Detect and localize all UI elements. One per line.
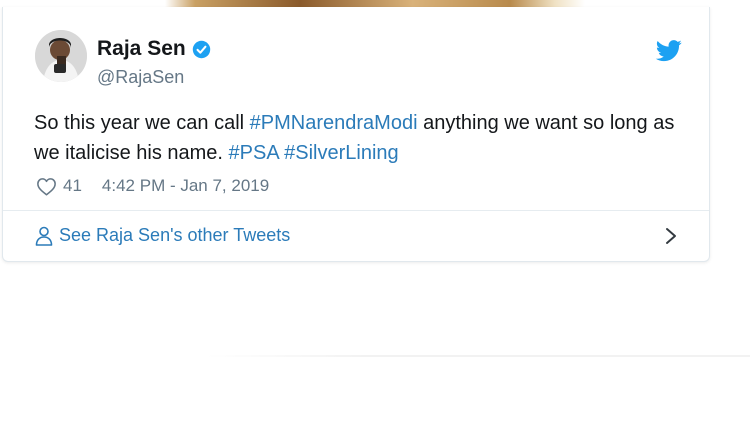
heart-icon[interactable]: [36, 177, 57, 196]
divider: [3, 210, 709, 211]
avatar[interactable]: [35, 30, 87, 82]
verified-badge-icon: [192, 40, 210, 58]
tweet-text-segment: So this year we can call: [34, 112, 250, 134]
background-divider: [205, 355, 750, 357]
see-other-tweets-label[interactable]: See Raja Sen's other Tweets: [59, 225, 290, 246]
author-name-row[interactable]: Raja Sen: [97, 37, 211, 61]
tweet-timestamp[interactable]: 4:42 PM - Jan 7, 2019: [102, 176, 269, 196]
header-image-strip: [0, 0, 750, 7]
avatar-image: [35, 30, 87, 82]
like-count: 41: [63, 176, 82, 195]
hashtag-link[interactable]: #PMNarendraModi: [250, 112, 418, 134]
hashtag-link[interactable]: #SilverLining: [284, 142, 399, 164]
see-other-tweets-link[interactable]: See Raja Sen's other Tweets: [35, 225, 290, 246]
embedded-tweet-card: Raja Sen @RajaSen So this year we can ca…: [2, 7, 710, 262]
twitter-icon[interactable]: [655, 40, 683, 62]
chevron-right-icon[interactable]: [664, 226, 678, 246]
tweet-meta-row: 41 4:42 PM - Jan 7, 2019: [36, 176, 269, 196]
author-handle[interactable]: @RajaSen: [97, 67, 184, 88]
person-icon: [35, 226, 53, 246]
hashtag-link[interactable]: #PSA: [229, 142, 279, 164]
tweet-text: So this year we can call #PMNarendraModi…: [34, 108, 694, 168]
author-name[interactable]: Raja Sen: [97, 37, 186, 61]
